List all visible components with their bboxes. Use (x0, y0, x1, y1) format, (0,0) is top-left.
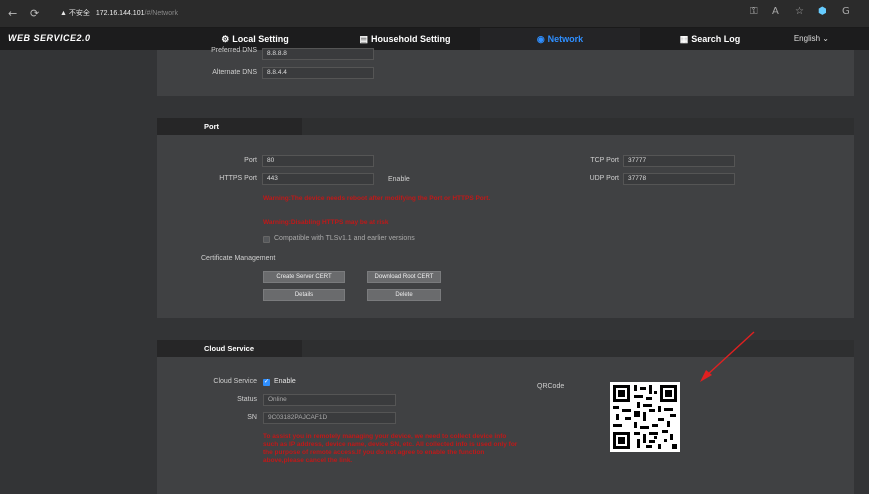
privacy-notice: To assist you in remotely managing your … (263, 433, 518, 464)
preferred-dns-label: Preferred DNS (211, 47, 257, 54)
port-input[interactable]: 80 (262, 155, 374, 167)
create-server-cert-button[interactable]: Create Server CERT (263, 271, 345, 283)
main-content: Preferred DNS 8.8.8.8 Alternate DNS 8.8.… (157, 47, 854, 494)
port-section: Port Port 80 HTTPS Port 443 Enable TCP P… (157, 118, 854, 318)
cloud-enable-label: Enable (274, 378, 296, 385)
globe-icon: ◉ (536, 34, 545, 44)
qr-code-image (610, 382, 680, 452)
tab-search-log-label: Search Log (691, 34, 741, 44)
gear-icon: ⚙ (221, 34, 230, 44)
log-icon: ▦ (679, 34, 689, 44)
tab-network[interactable]: ◉ Network (480, 28, 640, 50)
top-navigation: WEB SERVICE2.0 ⚙ Local Setting ▤ Household… (0, 28, 869, 50)
download-root-cert-button[interactable]: Download Root CERT (367, 271, 441, 283)
status-label: Status (237, 396, 257, 403)
status-field: Online (263, 394, 396, 406)
https-enable-label[interactable]: Enable (388, 176, 428, 183)
tab-household-setting[interactable]: ▤ Household Setting (330, 28, 480, 50)
cloud-section-title: Cloud Service (157, 340, 302, 357)
preferred-dns-input[interactable]: 8.8.8.8 (262, 48, 374, 60)
alternate-dns-input[interactable]: 8.8.4.4 (262, 67, 374, 79)
https-warning: Warning:Disabling HTTPS may be at risk (263, 219, 389, 226)
tab-network-label: Network (547, 34, 584, 44)
cert-delete-button[interactable]: Delete (367, 289, 441, 301)
https-port-label: HTTPS Port (219, 175, 257, 182)
extension-shield-icon[interactable]: ⬢ (818, 6, 827, 17)
tab-local-setting-label: Local Setting (232, 34, 289, 44)
https-port-input[interactable]: 443 (262, 173, 374, 185)
address-bar[interactable]: ▲ 不安全 172.16.144.101/#/Network (60, 5, 720, 23)
address-host: 172.16.144.101 (95, 10, 145, 17)
annotation-arrow (700, 331, 755, 382)
read-aloud-icon[interactable]: A (772, 6, 779, 17)
reboot-warning: Warning:The device needs reboot after mo… (263, 195, 491, 202)
sn-label: SN (247, 414, 257, 421)
qrcode-label: QRCode (537, 383, 565, 390)
tab-search-log[interactable]: ▦ Search Log (640, 28, 780, 50)
certificate-management-label: Certificate Management (201, 255, 276, 262)
tcp-port-input[interactable]: 37777 (623, 155, 735, 167)
dns-section: Preferred DNS 8.8.8.8 Alternate DNS 8.8.… (157, 47, 854, 96)
tab-household-setting-label: Household Setting (371, 34, 451, 44)
sn-field: 9C03182PAJCAF1D (263, 412, 396, 424)
key-icon[interactable]: ⚿ (750, 6, 758, 17)
back-icon[interactable]: ← (8, 7, 17, 20)
alternate-dns-label: Alternate DNS (212, 69, 257, 76)
tls-compat-checkbox[interactable] (263, 236, 270, 243)
tcp-port-label: TCP Port (590, 157, 619, 164)
cloud-enable-checkbox[interactable]: ✓ (263, 379, 270, 386)
favorite-star-icon[interactable]: ☆ (795, 6, 804, 17)
refresh-icon[interactable]: ⟳ (30, 7, 39, 20)
browser-window: ← ⟳ ▲ 不安全 172.16.144.101/#/Network ⚿ A ☆… (0, 0, 869, 494)
port-label: Port (244, 157, 257, 164)
language-select[interactable]: English ⌄ (794, 34, 829, 43)
port-section-title: Port (157, 118, 302, 135)
left-rail (0, 50, 157, 494)
cert-details-button[interactable]: Details (263, 289, 345, 301)
building-icon: ▤ (359, 34, 368, 44)
right-rail (854, 50, 869, 494)
browser-toolbar: ← ⟳ ▲ 不安全 172.16.144.101/#/Network ⚿ A ☆… (0, 0, 869, 28)
brand-logo: WEB SERVICE2.0 (8, 33, 91, 43)
cloud-service-label: Cloud Service (213, 378, 257, 385)
tls-compat-label: Compatible with TLSv1.1 and earlier vers… (274, 235, 415, 242)
address-path: /#/Network (144, 10, 178, 17)
browser-menu-icon[interactable]: G (842, 6, 850, 17)
udp-port-label: UDP Port (589, 175, 619, 182)
security-warning-label[interactable]: ▲ 不安全 (60, 10, 90, 17)
udp-port-input[interactable]: 37778 (623, 173, 735, 185)
